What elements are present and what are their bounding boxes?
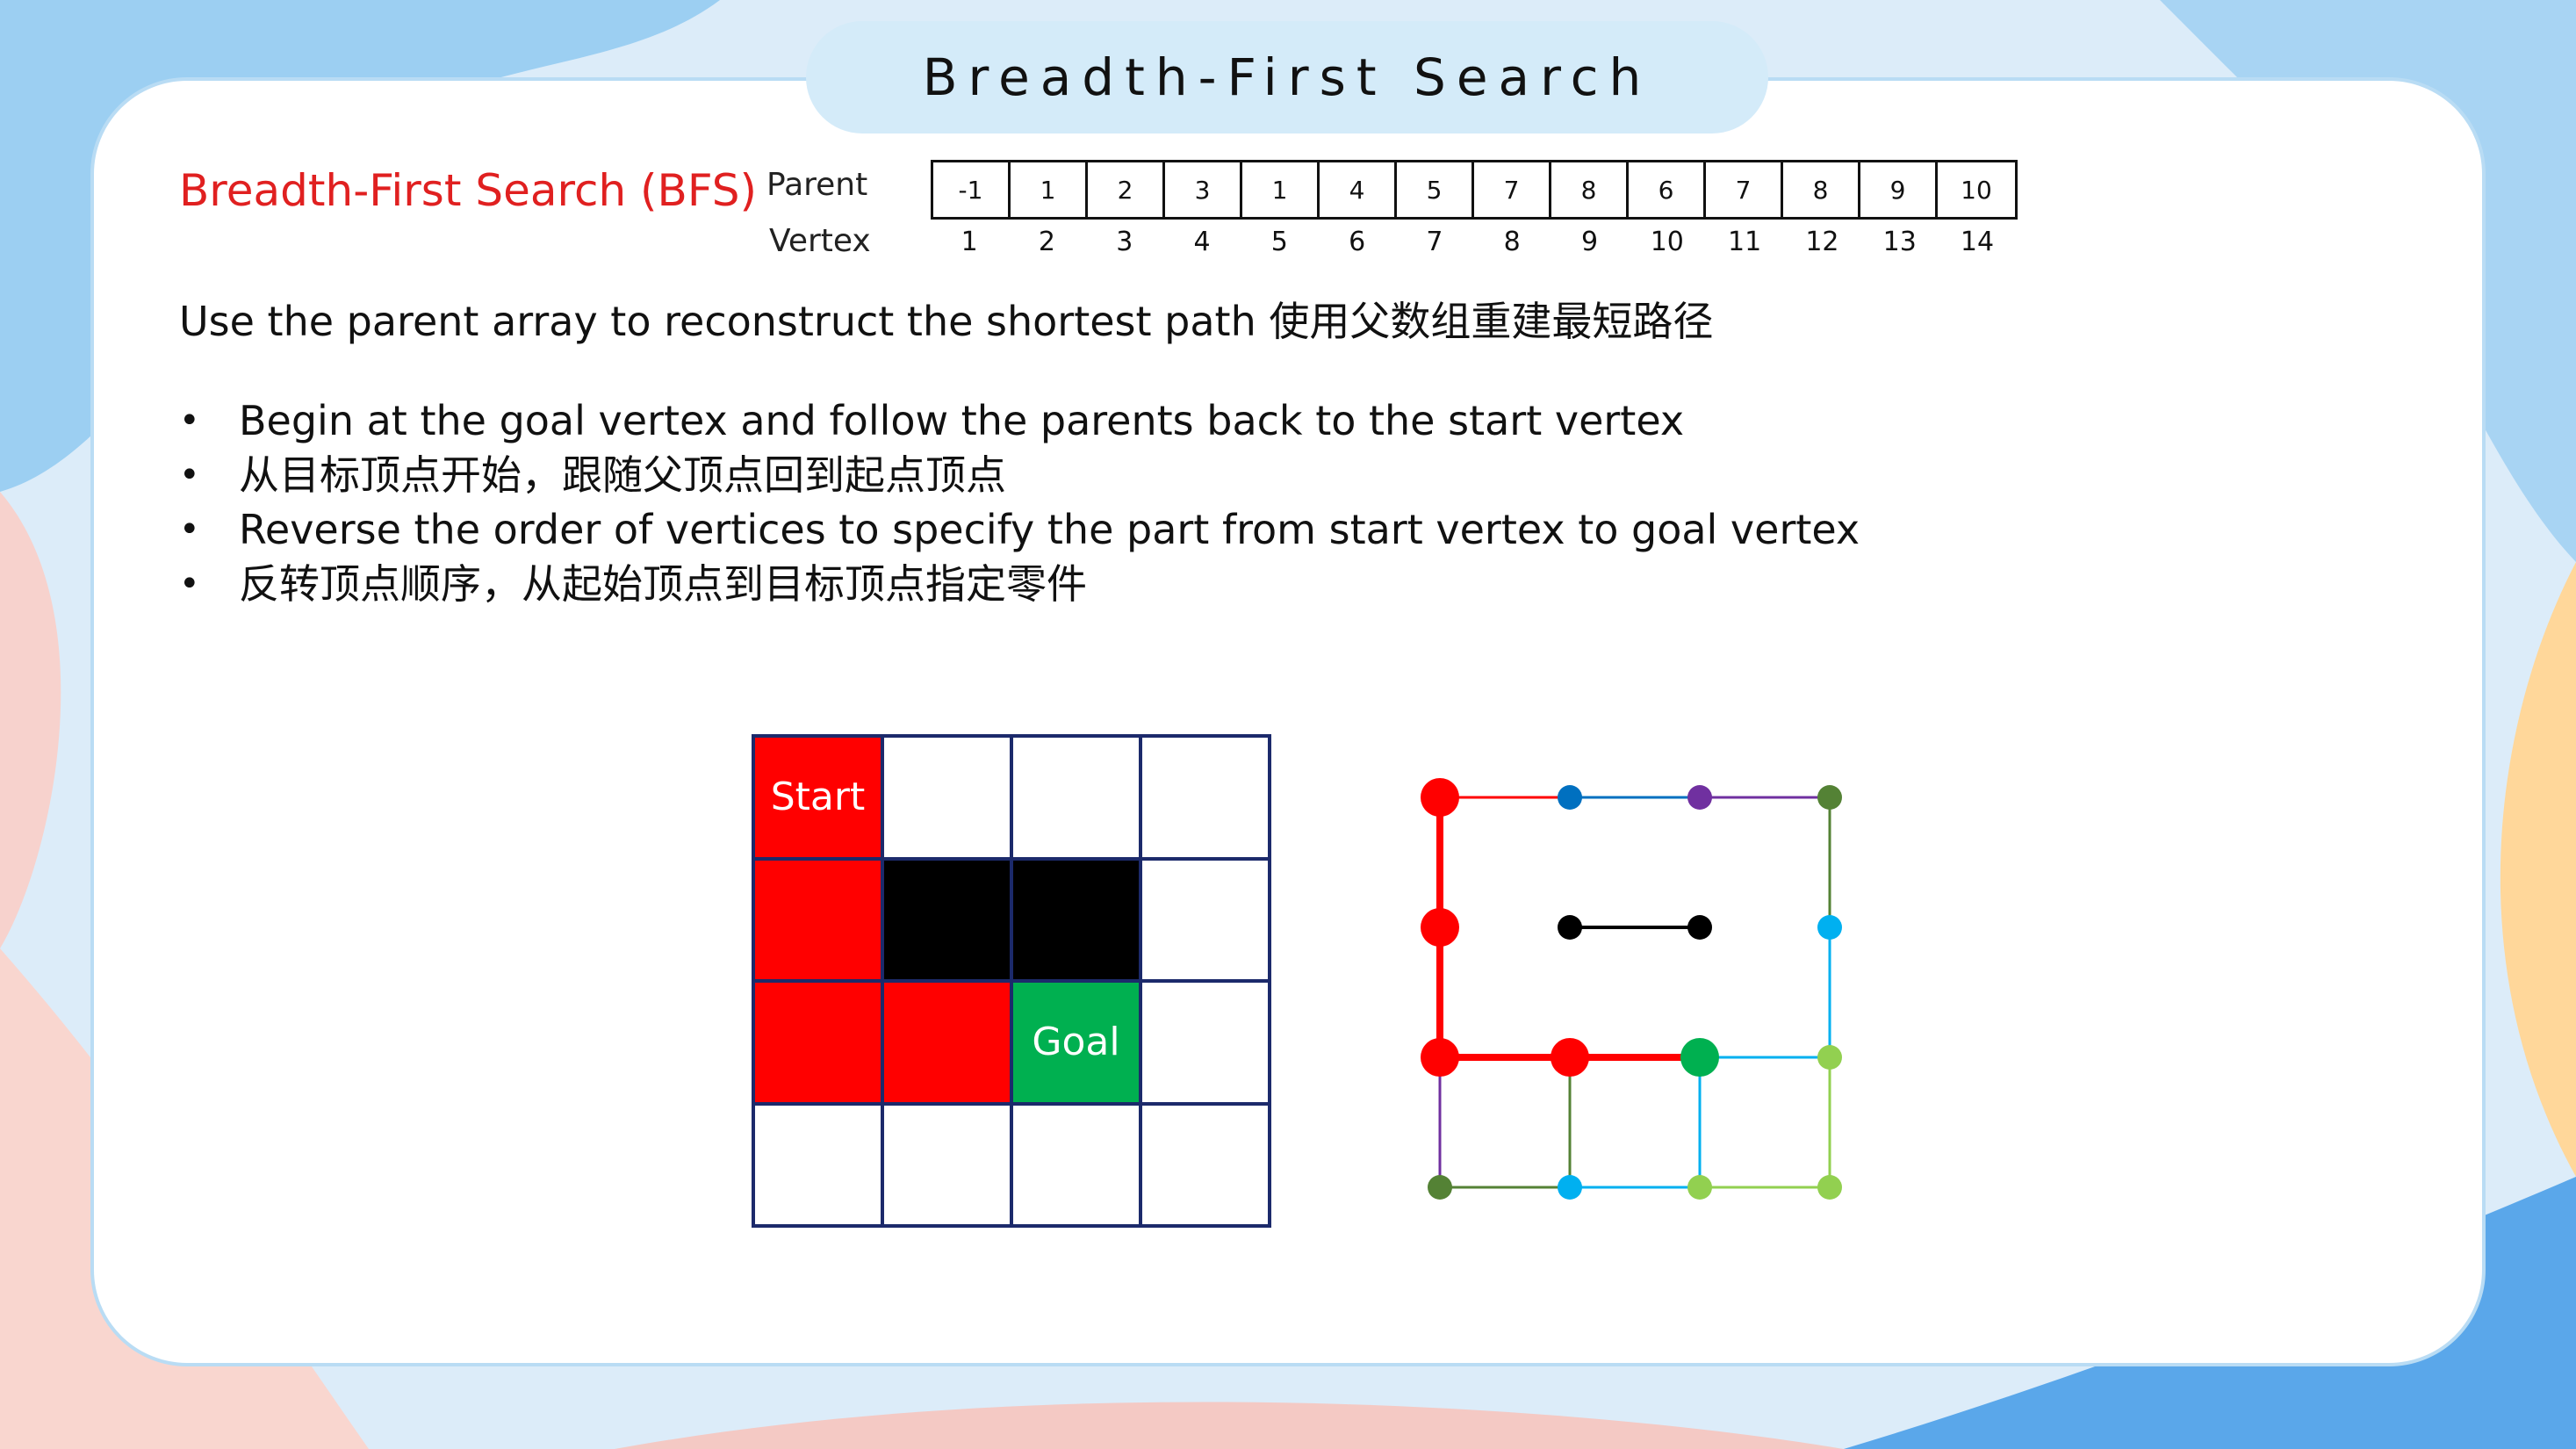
parent-cell: 7 [1706, 162, 1783, 217]
vertex-index: 11 [1728, 227, 1762, 257]
vertex-index: 2 [1038, 227, 1055, 257]
vertex-index: 13 [1882, 227, 1917, 257]
bullet-item: • 反转顶点顺序，从起始顶点到目标顶点指定零件 [179, 557, 1860, 611]
parent-cell: 1 [1242, 162, 1320, 217]
graph-node [1687, 915, 1712, 940]
vertex-index: 7 [1426, 227, 1443, 257]
graph-node [1817, 915, 1842, 940]
bullet-text: 反转顶点顺序，从起始顶点到目标顶点指定零件 [239, 560, 1087, 608]
grid-cell-wall [1013, 860, 1139, 979]
vertex-index: 4 [1193, 227, 1211, 257]
bullet-dot-icon: • [179, 400, 200, 441]
vertex-index: 10 [1650, 227, 1684, 257]
graph-node [1421, 908, 1459, 947]
bullet-dot-icon: • [179, 455, 200, 495]
graph-node [1421, 1038, 1459, 1077]
vertex-index: 3 [1116, 227, 1133, 257]
graph-node [1817, 1175, 1842, 1200]
vertex-index-row: 1 2 3 4 5 6 7 8 9 10 11 12 13 14 [931, 227, 2016, 257]
graph-node [1687, 1175, 1712, 1200]
grid-cell-empty [755, 1105, 881, 1224]
maze-grid: Start Goal [752, 734, 1271, 1228]
parent-cell: -1 [933, 162, 1011, 217]
parent-cell: 9 [1860, 162, 1938, 217]
graph-node [1421, 778, 1459, 817]
vertex-index: 12 [1805, 227, 1839, 257]
grid-cell-goal: Goal [1013, 983, 1139, 1102]
vertex-index: 6 [1349, 227, 1366, 257]
grid-cell-path [884, 983, 1010, 1102]
parent-cell: 8 [1783, 162, 1860, 217]
grid-cell-empty [1142, 983, 1268, 1102]
grid-cell-path [755, 860, 881, 979]
parent-cell: 6 [1629, 162, 1706, 217]
grid-cell-empty [1142, 738, 1268, 857]
graph-node [1817, 785, 1842, 810]
bullet-item: • Begin at the goal vertex and follow the… [179, 393, 1860, 448]
grid-cell-empty [884, 1105, 1010, 1224]
grid-cell-empty [1013, 1105, 1139, 1224]
graph-node [1558, 1175, 1582, 1200]
section-heading: Breadth-First Search (BFS) [179, 165, 757, 216]
bullet-item: • 从目标顶点开始，跟随父顶点回到起点顶点 [179, 448, 1860, 502]
graph-node [1428, 1175, 1452, 1200]
parent-array-table: -1 1 2 3 1 4 5 7 8 6 7 8 9 10 [931, 160, 2018, 220]
content-card [90, 77, 2486, 1366]
parent-cell: 1 [1011, 162, 1088, 217]
grid-cell-empty [884, 738, 1010, 857]
parent-row-label: Parent [766, 167, 868, 203]
bullet-dot-icon: • [179, 509, 200, 550]
graph-node [1558, 785, 1582, 810]
vertex-index: 1 [961, 227, 978, 257]
graph-node [1817, 1045, 1842, 1070]
title-pill: Breadth-First Search [806, 21, 1768, 133]
bullet-text: 从目标顶点开始，跟随父顶点回到起点顶点 [239, 451, 1006, 499]
graph-node [1558, 915, 1582, 940]
bfs-graph [1421, 778, 1842, 1200]
vertex-index: 14 [1960, 227, 1995, 257]
grid-cell-empty [1142, 1105, 1268, 1224]
parent-cell: 5 [1397, 162, 1474, 217]
bullet-item: • Reverse the order of vertices to specif… [179, 502, 1860, 557]
vertex-index: 8 [1503, 227, 1521, 257]
page-title: Breadth-First Search [922, 47, 1652, 107]
bullet-dot-icon: • [179, 564, 200, 604]
grid-cell-empty [1013, 738, 1139, 857]
vertex-row-label: Vertex [769, 223, 871, 259]
grid-cell-empty [1142, 860, 1268, 979]
graph-node [1680, 1038, 1719, 1077]
grid-cell-path [755, 983, 881, 1102]
grid-cell-wall [884, 860, 1010, 979]
instruction-text: Use the parent array to reconstruct the … [179, 298, 1714, 345]
parent-cell: 8 [1551, 162, 1629, 217]
grid-cell-start: Start [755, 738, 881, 857]
graph-node [1551, 1038, 1589, 1077]
vertex-index: 5 [1270, 227, 1288, 257]
bullet-list: • Begin at the goal vertex and follow the… [179, 393, 1860, 611]
vertex-index: 9 [1580, 227, 1599, 257]
parent-cell: 3 [1165, 162, 1242, 217]
bullet-text: Begin at the goal vertex and follow the … [239, 397, 1685, 444]
parent-cell: 4 [1320, 162, 1397, 217]
parent-cell: 7 [1474, 162, 1551, 217]
parent-cell: 2 [1088, 162, 1165, 217]
parent-cell: 10 [1961, 175, 1992, 205]
bullet-text: Reverse the order of vertices to specify… [239, 506, 1860, 553]
graph-node [1687, 785, 1712, 810]
